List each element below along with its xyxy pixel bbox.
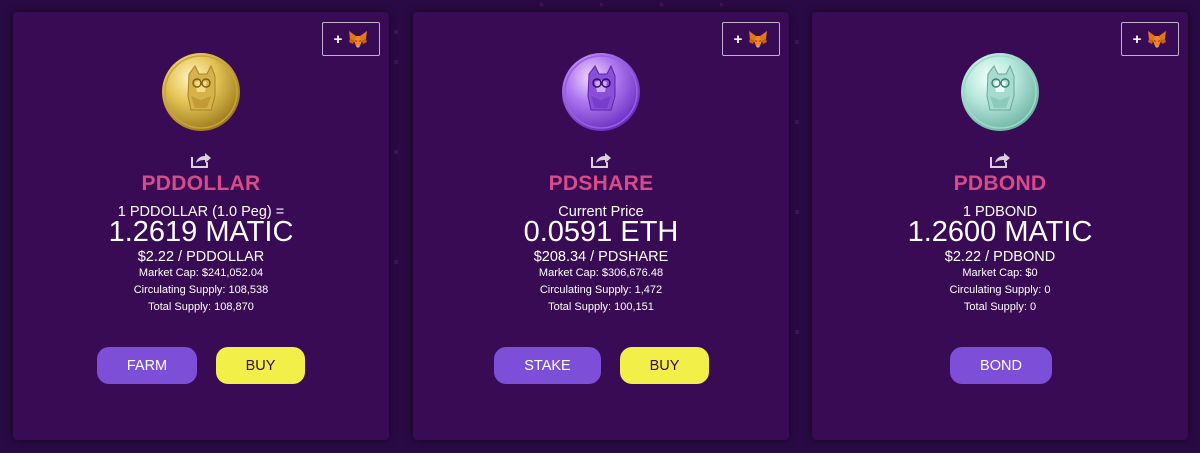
total-supply: Total Supply: 108,870 xyxy=(148,301,254,313)
plus-label: + xyxy=(333,30,343,48)
share-icon[interactable] xyxy=(989,151,1011,169)
total-supply: Total Supply: 100,151 xyxy=(548,301,654,313)
add-token-to-metamask-button[interactable]: + xyxy=(1121,22,1179,56)
circulating-supply: Circulating Supply: 1,472 xyxy=(539,284,663,296)
plus-label: + xyxy=(1132,30,1142,48)
market-cap: Market Cap: $306,676.48 xyxy=(538,267,664,279)
share-icon[interactable] xyxy=(190,151,212,169)
circulating-supply: Circulating Supply: 0 xyxy=(949,284,1051,296)
metamask-fox-icon xyxy=(1148,31,1167,48)
buy-button[interactable]: BUY xyxy=(216,347,305,384)
total-supply: Total Supply: 0 xyxy=(963,301,1037,313)
token-card-pddollar: + PDDOLLAR 1 PDDOLLAR (1.0 Peg) = 1.2619… xyxy=(13,12,389,440)
buy-button[interactable]: BUY xyxy=(620,347,709,384)
metamask-fox-icon xyxy=(749,31,768,48)
add-token-to-metamask-button[interactable]: + xyxy=(322,22,380,56)
token-price: 1.2619 MATIC xyxy=(108,216,294,248)
teal-dog-coin-icon xyxy=(961,53,1039,131)
metamask-fox-icon xyxy=(349,31,368,48)
circulating-supply: Circulating Supply: 108,538 xyxy=(133,284,269,296)
plus-label: + xyxy=(733,30,743,48)
add-token-to-metamask-button[interactable]: + xyxy=(722,22,780,56)
market-cap: Market Cap: $0 xyxy=(962,267,1038,279)
token-price: 1.2600 MATIC xyxy=(907,216,1093,248)
usd-price: $2.22 / PDDOLLAR xyxy=(137,249,265,265)
purple-dog-coin-icon xyxy=(562,53,640,131)
stake-button[interactable]: STAKE xyxy=(494,347,601,384)
token-name: PDSHARE xyxy=(548,172,654,195)
token-card-pdbond: + PDBOND 1 PDBOND 1.2600 MATIC $2.22 / P… xyxy=(812,12,1188,440)
usd-price: $2.22 / PDBOND xyxy=(944,249,1056,265)
token-card-pdshare: + PDSHARE Current Price 0.0591 ETH $208.… xyxy=(413,12,789,440)
share-icon[interactable] xyxy=(590,151,612,169)
farm-button[interactable]: FARM xyxy=(97,347,197,384)
token-name: PDDOLLAR xyxy=(141,172,261,195)
gold-dog-coin-icon xyxy=(162,53,240,131)
market-cap: Market Cap: $241,052.04 xyxy=(138,267,264,279)
bond-button[interactable]: BOND xyxy=(950,347,1052,384)
usd-price: $208.34 / PDSHARE xyxy=(533,249,669,265)
token-price: 0.0591 ETH xyxy=(523,216,679,248)
token-name: PDBOND xyxy=(953,172,1047,195)
